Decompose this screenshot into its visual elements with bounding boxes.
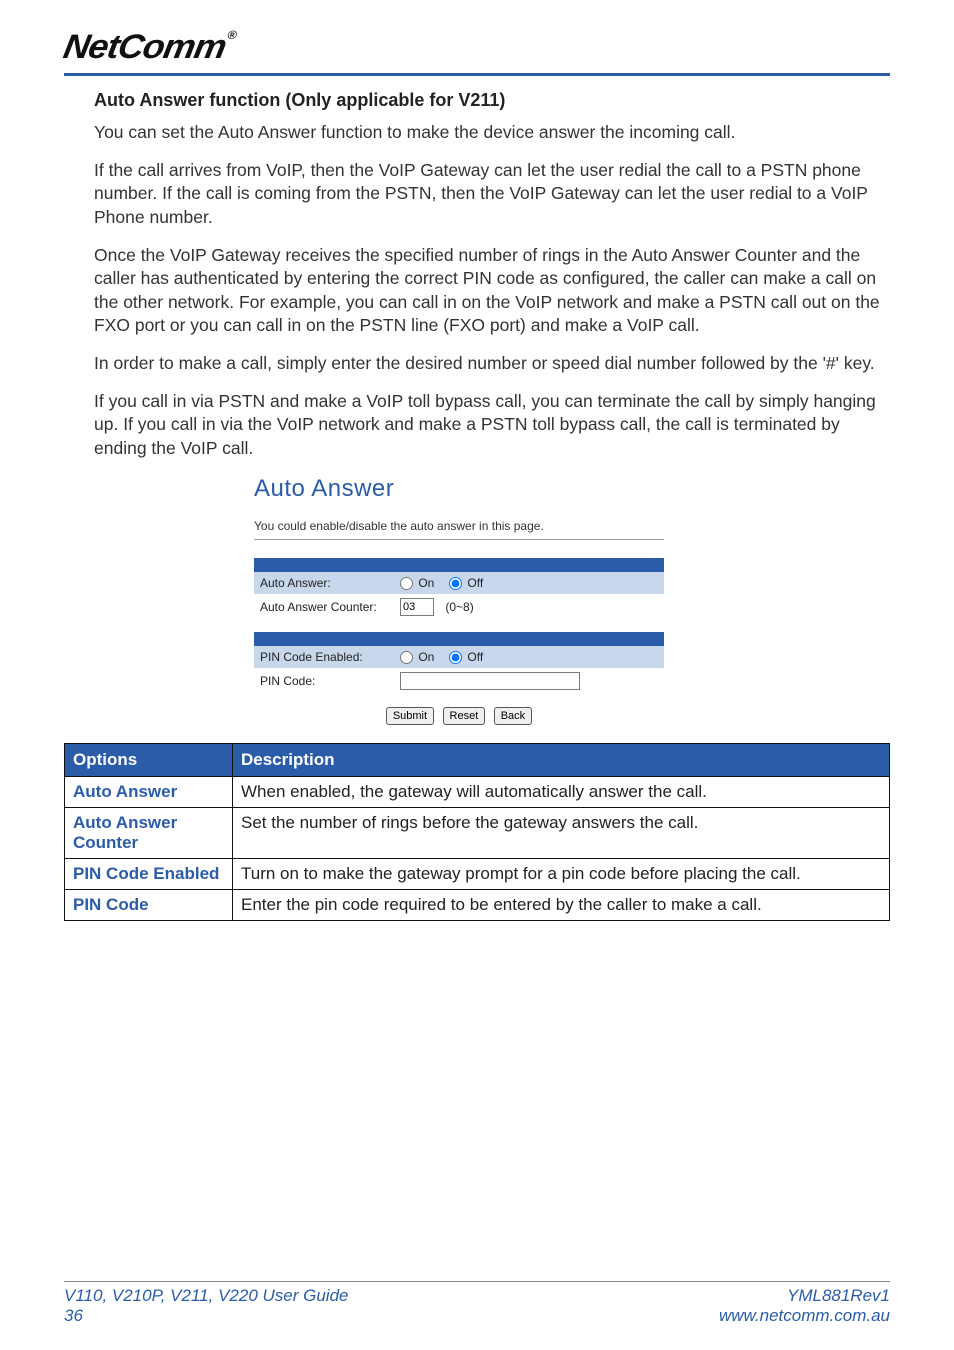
ui-subtext: You could enable/disable the auto answer… (254, 519, 890, 533)
ui-divider (254, 539, 664, 540)
pin-enabled-row: PIN Code Enabled: On Off (254, 646, 664, 668)
panel-header-bar (254, 632, 664, 646)
option-name: Auto Answer Counter (65, 808, 233, 859)
auto-answer-panel: Auto Answer: On Off Auto Answer Counter:… (254, 558, 664, 620)
pin-enabled-off-radio[interactable] (449, 651, 462, 664)
pin-code-row: PIN Code: (254, 668, 664, 694)
brand-reg: ® (226, 28, 237, 42)
table-row: PIN Code Enabled Turn on to make the gat… (65, 859, 890, 890)
page-footer: V110, V210P, V211, V220 User Guide 36 YM… (64, 1281, 890, 1326)
option-name: Auto Answer (65, 777, 233, 808)
ui-button-row: Submit Reset Back (254, 706, 664, 725)
embedded-ui-screenshot: Auto Answer You could enable/disable the… (254, 475, 890, 726)
auto-answer-off-radio[interactable] (449, 577, 462, 590)
section-heading: Auto Answer function (Only applicable fo… (94, 90, 890, 111)
brand-logo: NetComm® (60, 28, 935, 67)
auto-answer-off-option[interactable]: Off (449, 576, 483, 590)
paragraph: If the call arrives from VoIP, then the … (94, 159, 890, 230)
pin-enabled-on-option[interactable]: On (400, 650, 434, 664)
paragraph: Once the VoIP Gateway receives the speci… (94, 244, 890, 339)
footer-guide-title: V110, V210P, V211, V220 User Guide (64, 1286, 348, 1306)
panel-header-bar (254, 558, 664, 572)
auto-answer-label: Auto Answer: (260, 576, 400, 590)
pin-enabled-label: PIN Code Enabled: (260, 650, 400, 664)
table-row: Auto Answer Counter Set the number of ri… (65, 808, 890, 859)
table-row: Auto Answer When enabled, the gateway wi… (65, 777, 890, 808)
options-table: Options Description Auto Answer When ena… (64, 743, 890, 921)
paragraph: You can set the Auto Answer function to … (94, 121, 890, 145)
pin-enabled-on-radio[interactable] (400, 651, 413, 664)
back-button[interactable]: Back (494, 707, 532, 725)
option-name: PIN Code (65, 890, 233, 921)
auto-answer-on-radio[interactable] (400, 577, 413, 590)
auto-answer-on-option[interactable]: On (400, 576, 434, 590)
auto-answer-counter-label: Auto Answer Counter: (260, 600, 400, 614)
brand-name: NetComm (61, 28, 229, 66)
paragraph: If you call in via PSTN and make a VoIP … (94, 390, 890, 461)
option-desc: Turn on to make the gateway prompt for a… (233, 859, 890, 890)
option-desc: When enabled, the gateway will automatic… (233, 777, 890, 808)
paragraph: In order to make a call, simply enter th… (94, 352, 890, 376)
auto-answer-counter-row: Auto Answer Counter: (0~8) (254, 594, 664, 620)
pin-enabled-off-option[interactable]: Off (449, 650, 483, 664)
footer-rule (64, 1281, 890, 1282)
counter-range-hint: (0~8) (445, 600, 473, 614)
options-col-header: Options (65, 744, 233, 777)
description-col-header: Description (233, 744, 890, 777)
auto-answer-row: Auto Answer: On Off (254, 572, 664, 594)
auto-answer-counter-input[interactable] (400, 598, 434, 616)
header-rule (64, 73, 890, 76)
option-desc: Set the number of rings before the gatew… (233, 808, 890, 859)
reset-button[interactable]: Reset (443, 707, 486, 725)
table-row: PIN Code Enter the pin code required to … (65, 890, 890, 921)
pin-panel: PIN Code Enabled: On Off PIN Code: (254, 632, 664, 694)
footer-url: www.netcomm.com.au (719, 1306, 890, 1326)
ui-page-title: Auto Answer (254, 475, 890, 503)
submit-button[interactable]: Submit (386, 707, 434, 725)
pin-code-input[interactable] (400, 672, 580, 690)
option-name: PIN Code Enabled (65, 859, 233, 890)
option-desc: Enter the pin code required to be entere… (233, 890, 890, 921)
footer-page-number: 36 (64, 1306, 348, 1326)
pin-code-label: PIN Code: (260, 674, 400, 688)
footer-doc-rev: YML881Rev1 (719, 1286, 890, 1306)
